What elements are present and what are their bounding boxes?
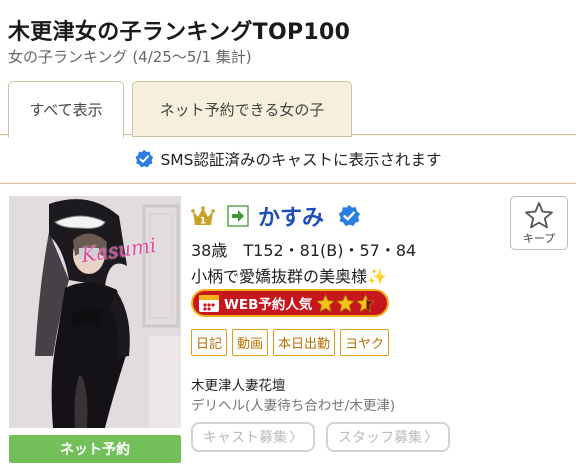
tag-working-today[interactable]: 本日出勤: [273, 329, 336, 356]
notice-bar: SMS認証済みのキャストに表示されます: [0, 136, 576, 182]
page-title: 木更津女の子ランキングTOP100: [8, 20, 351, 45]
tab-all-label: すべて表示: [29, 101, 103, 119]
chevron-right-icon: 〉: [289, 430, 303, 446]
feature-tags: 日記 動画 本日出勤 ヨヤク: [191, 329, 394, 356]
tag-diary[interactable]: 日記: [191, 329, 228, 356]
cast-name[interactable]: かすみ: [258, 200, 324, 232]
staff-recruit-label: スタッフ募集: [338, 430, 422, 446]
web-popularity-badge: WEB予約人気: [191, 289, 389, 317]
notice-text: SMS認証済みのキャストに表示されます: [160, 151, 442, 169]
tab-net-reservable[interactable]: ネット予約できる女の子: [132, 81, 352, 137]
crown-rank-icon: 1: [191, 206, 215, 227]
tag-reservation[interactable]: ヨヤク: [340, 329, 390, 356]
star-half-icon: [356, 293, 376, 312]
verified-check-icon: [338, 205, 360, 226]
cast-recruit-button[interactable]: キャスト募集 〉: [191, 422, 315, 452]
star-icon: [336, 293, 356, 312]
star-outline-icon: [525, 201, 553, 228]
sparkle-icon: ✨: [367, 267, 387, 286]
catchphrase-text: 小柄で愛嬌抜群の美奥様: [191, 267, 368, 286]
cast-figure: [9, 196, 181, 428]
net-reserve-button[interactable]: ネット予約: [9, 435, 181, 463]
arrow-right-icon: [227, 205, 249, 227]
tab-all[interactable]: すべて表示: [8, 81, 124, 138]
calendar-icon: [199, 295, 219, 312]
shop-type: デリヘル(人妻待ち合わせ/木更津): [191, 398, 396, 414]
keep-button[interactable]: キープ: [510, 196, 568, 250]
chevron-right-icon: 〉: [424, 430, 438, 446]
page-subtitle: 女の子ランキング (4/25〜5/1 集計): [8, 48, 252, 66]
star-icon: [316, 293, 336, 312]
tab-net-label: ネット予約できる女の子: [159, 100, 325, 119]
keep-label: キープ: [522, 231, 556, 245]
staff-recruit-button[interactable]: スタッフ募集 〉: [326, 422, 450, 452]
cast-catchphrase: 小柄で愛嬌抜群の美奥様✨: [191, 263, 387, 287]
cast-recruit-label: キャスト募集: [203, 430, 287, 446]
web-badge-label: WEB予約人気: [224, 297, 313, 313]
verified-check-icon: [135, 149, 154, 168]
rank-number: 1: [200, 217, 206, 227]
shop-name[interactable]: 木更津人妻花壇: [191, 374, 286, 394]
web-rating-stars: [316, 293, 376, 313]
cast-photo[interactable]: Kasumi: [9, 196, 181, 428]
cast-stats: 38歳 T152・81(B)・57・84: [191, 241, 417, 260]
tag-video[interactable]: 動画: [232, 329, 269, 356]
